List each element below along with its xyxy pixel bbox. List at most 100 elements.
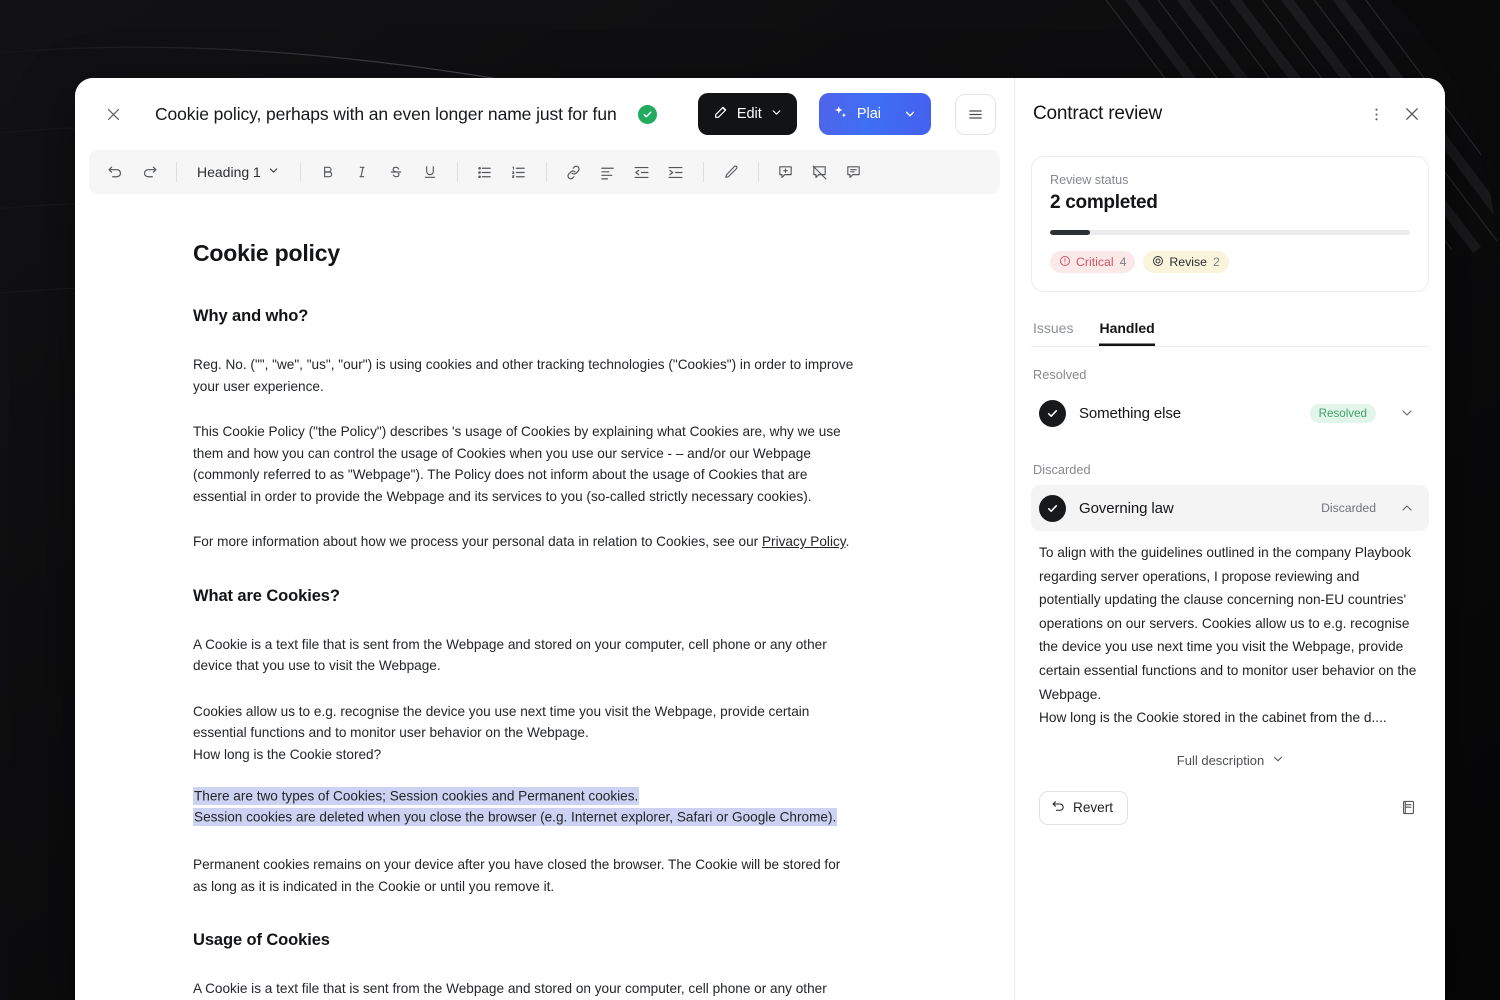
group-label-discarded: Discarded — [1033, 462, 1091, 477]
revert-arrow-icon — [1051, 799, 1066, 817]
app-window: Cookie policy, perhaps with an even long… — [75, 78, 1445, 1000]
close-icon[interactable] — [97, 98, 129, 130]
undo-icon[interactable] — [99, 156, 131, 188]
hamburger-menu-icon[interactable] — [955, 93, 996, 135]
privacy-policy-link[interactable]: Privacy Policy — [762, 534, 846, 549]
revert-button[interactable]: Revert — [1039, 790, 1129, 825]
review-panel-header: Contract review — [1031, 78, 1429, 150]
editor-toolbar: Heading 1 — [89, 150, 1000, 194]
doc-paragraph: Cookies allow us to e.g. recognise the d… — [193, 701, 858, 766]
indent-icon[interactable] — [660, 156, 692, 188]
chevron-down-icon — [1271, 752, 1285, 769]
edit-pencil-icon — [713, 104, 729, 124]
page-title: Cookie policy, perhaps with an even long… — [155, 103, 617, 124]
full-description-toggle[interactable]: Full description — [1039, 752, 1423, 769]
chevron-down-icon — [267, 164, 280, 180]
doc-paragraph: A Cookie is a text file that is sent fro… — [193, 636, 827, 674]
badge-label: Critical — [1076, 255, 1114, 269]
edit-button[interactable]: Edit — [697, 93, 797, 135]
doc-paragraph: This Cookie Policy ("the Policy") descri… — [193, 424, 841, 504]
review-panel: Contract review Review status 2 complete… — [1015, 78, 1445, 1000]
doc-heading-why-and-who: Why and who? — [193, 307, 309, 325]
issue-title: Governing law — [1079, 499, 1174, 517]
list-item-discarded[interactable]: Governing law Discarded — [1031, 485, 1429, 531]
outdent-icon[interactable] — [626, 156, 658, 188]
highlighter-pen-icon[interactable] — [715, 156, 747, 188]
remove-highlight-icon[interactable] — [804, 156, 836, 188]
issue-detail-text: To align with the guidelines outlined in… — [1039, 541, 1423, 730]
tab-handled[interactable]: Handled — [1099, 314, 1154, 346]
check-filled-icon — [1039, 399, 1066, 427]
review-progress-fill — [1050, 230, 1090, 235]
redo-icon[interactable] — [133, 156, 165, 188]
italic-icon[interactable] — [346, 156, 378, 188]
review-status-value: 2 completed — [1050, 192, 1158, 213]
chevron-up-icon[interactable] — [1395, 496, 1419, 520]
bullet-list-icon[interactable] — [469, 156, 501, 188]
close-icon[interactable] — [1397, 99, 1427, 129]
tab-issues[interactable]: Issues — [1033, 314, 1073, 346]
badge-count: 2 — [1213, 255, 1220, 269]
chevron-down-icon — [770, 106, 783, 123]
badge-label: Revise — [1169, 255, 1208, 269]
toolbar-divider — [545, 162, 547, 182]
issue-detail: To align with the guidelines outlined in… — [1031, 531, 1429, 825]
document-icon[interactable] — [1393, 793, 1423, 823]
issue-detail-body: To align with the guidelines outlined in… — [1039, 545, 1417, 702]
issue-detail-actions: Revert — [1039, 790, 1423, 825]
document-content[interactable]: Cookie policy Why and who? Reg. No. ("",… — [75, 194, 1014, 1000]
plai-button-label: Plai — [856, 106, 881, 122]
review-panel-title: Contract review — [1033, 103, 1162, 124]
group-label-resolved: Resolved — [1033, 367, 1087, 382]
full-description-label: Full description — [1176, 752, 1265, 768]
numbered-list-icon[interactable] — [503, 156, 535, 188]
doc-text: Cookies allow us to e.g. recognise the d… — [193, 703, 810, 741]
toolbar-divider — [757, 162, 759, 182]
status-badge-revise[interactable]: Revise 2 — [1143, 251, 1229, 273]
check-circle-green-icon — [637, 104, 657, 124]
toolbar-divider — [176, 162, 177, 182]
toolbar-divider — [299, 162, 301, 182]
issue-title: Something else — [1079, 404, 1181, 422]
strikethrough-icon[interactable] — [380, 156, 412, 188]
doc-paragraph: A Cookie is a text file that is sent fro… — [193, 981, 827, 996]
revert-button-label: Revert — [1073, 800, 1114, 816]
link-icon[interactable] — [558, 156, 590, 188]
toolbar-divider — [456, 162, 458, 182]
alert-circle-icon — [1059, 255, 1071, 270]
align-left-icon[interactable] — [592, 156, 624, 188]
add-comment-icon[interactable] — [770, 156, 802, 188]
doc-paragraph: Reg. No. ("", "we", "us", "our") is usin… — [193, 357, 854, 394]
review-status-label: Review status — [1050, 173, 1129, 187]
plai-button[interactable]: Plai — [818, 93, 931, 135]
doc-text: . — [845, 534, 850, 549]
chevron-down-icon[interactable] — [1395, 401, 1419, 425]
heading-style-select[interactable]: Heading 1 — [188, 157, 289, 187]
bold-icon[interactable] — [312, 156, 344, 188]
kebab-menu-icon[interactable] — [1361, 99, 1391, 129]
doc-paragraph-highlighted: There are two types of Cookies; Session … — [193, 785, 858, 828]
doc-heading-what-are-cookies: What are Cookies? — [193, 586, 340, 605]
review-tabs: Issues Handled — [1031, 314, 1429, 347]
doc-paragraph-privacy: For more information about how we proces… — [193, 531, 858, 553]
doc-text: How long is the Cookie stored? — [193, 746, 382, 762]
underline-icon[interactable] — [414, 156, 446, 188]
review-progress-bar — [1050, 230, 1410, 235]
status-badge-critical[interactable]: Critical 4 — [1050, 251, 1136, 273]
heading-style-label: Heading 1 — [197, 164, 261, 180]
check-filled-icon — [1039, 494, 1066, 522]
comment-icon[interactable] — [838, 156, 870, 188]
target-eye-icon — [1152, 255, 1164, 270]
issue-detail-truncated-line: How long is the Cookie stored in the cab… — [1039, 710, 1387, 726]
document-pane: Cookie policy, perhaps with an even long… — [75, 78, 1015, 1000]
highlighted-text: There are two types of Cookies; Session … — [193, 786, 640, 805]
doc-heading-1: Cookie policy — [193, 240, 340, 266]
status-badge: Discarded — [1321, 501, 1376, 515]
plai-dropdown-toggle[interactable] — [895, 93, 925, 135]
status-badge: Resolved — [1309, 403, 1376, 423]
doc-text: For more information about how we proces… — [193, 534, 762, 549]
highlighted-text: Session cookies are deleted when you clo… — [193, 808, 838, 826]
sparkle-icon — [832, 104, 849, 125]
list-item-resolved[interactable]: Something else Resolved — [1031, 390, 1429, 436]
badge-count: 4 — [1119, 255, 1127, 269]
